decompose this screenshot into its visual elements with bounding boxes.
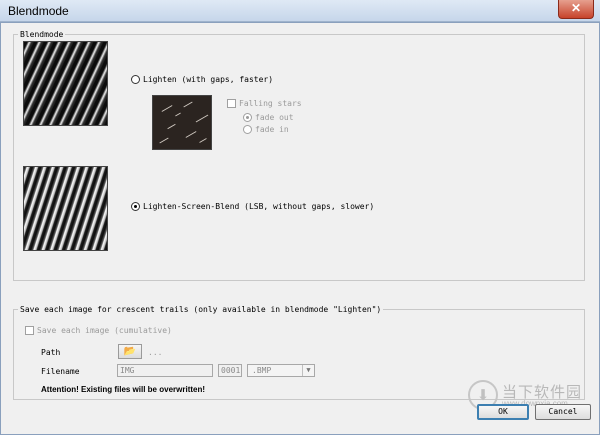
filename-label: Filename [41,367,80,376]
falling-stars-label[interactable]: Falling stars [239,99,302,108]
lsb-radio[interactable] [131,202,140,211]
lighten-radio[interactable] [131,75,140,84]
chevron-down-icon: ▼ [302,365,314,376]
overwrite-warning: Attention! Existing files will be overwr… [41,385,206,394]
falling-stars-checkbox[interactable] [227,99,236,108]
path-label: Path [41,348,61,357]
lsb-preview-image [23,166,108,251]
close-icon: ✕ [570,1,582,15]
save-each-image-checkbox[interactable] [25,326,34,335]
filename-prefix-input[interactable]: IMG [117,364,213,377]
cancel-button[interactable]: Cancel [535,404,591,420]
filename-counter-input[interactable]: 0001 [218,364,242,377]
title-bar: Blendmode ✕ [0,0,600,22]
fade-out-label[interactable]: fade out [255,113,294,122]
blendmode-group-legend: Blendmode [20,30,64,39]
folder-open-icon: 📂 [123,346,137,357]
ok-button[interactable]: OK [477,404,529,420]
browse-folder-button[interactable]: 📂 [118,344,142,359]
falling-stars-preview-image [152,95,212,150]
lighten-preview-image [23,41,108,126]
file-format-value: .BMP [252,366,272,375]
fade-in-label[interactable]: fade in [255,125,289,134]
save-each-image-label[interactable]: Save each image (cumulative) [37,326,172,335]
fade-in-radio[interactable] [243,125,252,134]
lsb-label[interactable]: Lighten-Screen-Blend (LSB, without gaps,… [143,202,374,211]
path-value: ... [148,348,163,357]
fade-out-radio[interactable] [243,113,252,122]
window-title: Blendmode [8,4,69,18]
save-images-group-legend: Save each image for crescent trails (onl… [20,305,382,314]
close-button[interactable]: ✕ [558,0,594,19]
lighten-label[interactable]: Lighten (with gaps, faster) [143,75,273,84]
file-format-select[interactable]: .BMP ▼ [247,364,315,377]
